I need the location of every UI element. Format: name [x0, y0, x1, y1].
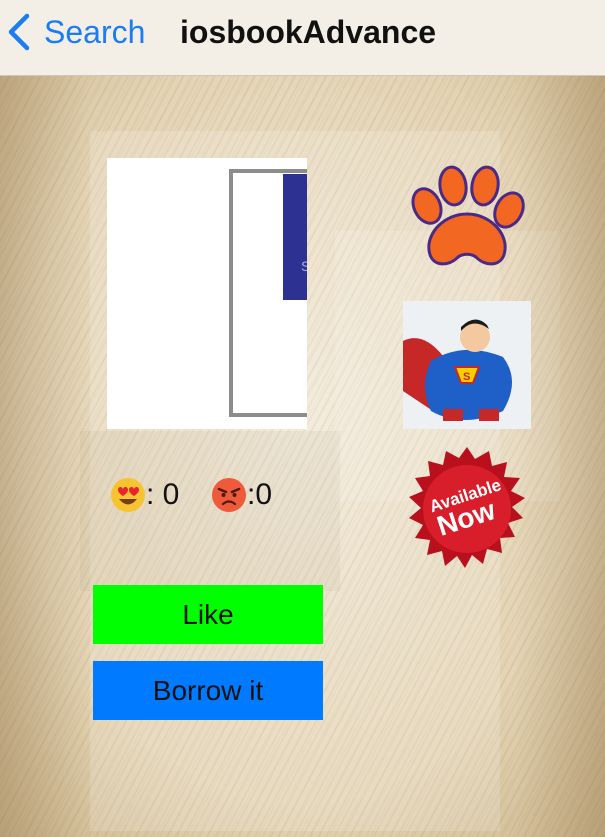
love-count-text: : 0 [146, 478, 180, 511]
svg-text:S: S [463, 371, 470, 383]
book-cover-image: S [107, 158, 307, 429]
chevron-left-icon [8, 13, 30, 51]
page-title: iosbookAdvance [180, 14, 437, 50]
like-button[interactable]: Like [93, 585, 323, 644]
borrow-button[interactable]: Borrow it [93, 661, 323, 720]
available-now-badge: Available Now [409, 447, 525, 568]
angry-count-text: :0 [247, 478, 273, 511]
back-button[interactable]: Search [6, 12, 145, 52]
tiger-paw-logo [411, 165, 525, 266]
navigation-bar: Search iosbookAdvance [0, 0, 605, 76]
love-reaction-count: : 0 [110, 475, 179, 515]
superman-cartoon: S [403, 301, 531, 429]
angry-face-emoji-icon [212, 478, 246, 512]
heart-eyes-emoji-icon [111, 478, 145, 512]
angry-reaction-count: :0 [211, 475, 272, 515]
back-button-label: Search [44, 14, 146, 50]
